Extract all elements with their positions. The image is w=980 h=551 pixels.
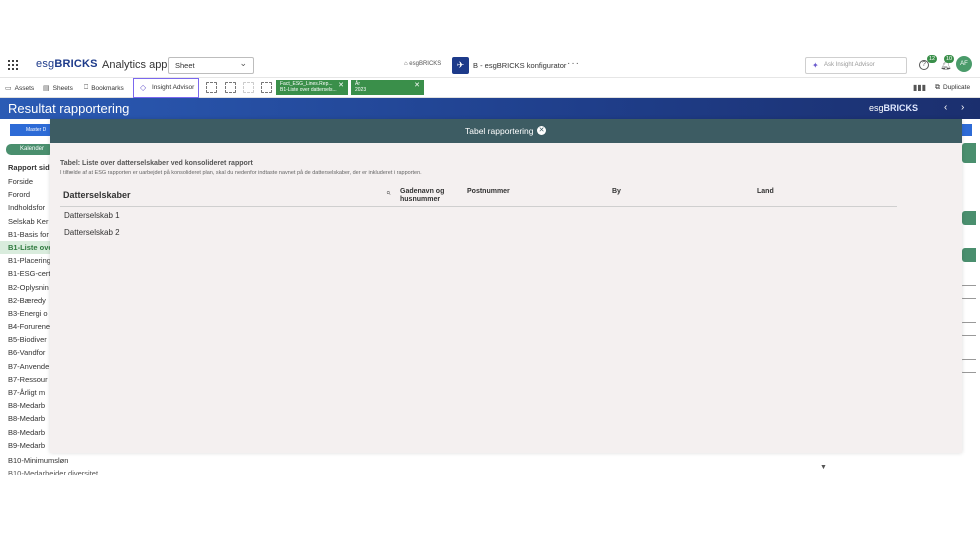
list-item[interactable]: B7-Ressour — [0, 373, 50, 386]
right-panel-input[interactable] — [960, 322, 976, 336]
sheets-icon: ▤ — [43, 85, 50, 92]
ask-insight-advisor-input[interactable]: ✦ Ask Insight Advisor — [805, 57, 907, 74]
right-panel-green[interactable] — [962, 143, 976, 163]
smart-search-icon[interactable] — [206, 82, 217, 93]
modal-title: Tabel rapportering — [465, 126, 534, 136]
column-datterselskaber[interactable]: Datterselskaber — [63, 191, 131, 200]
sheet-select[interactable]: Sheet — [168, 57, 254, 74]
list-item[interactable]: B7-Årligt m — [0, 386, 50, 399]
app-grid-icon[interactable] — [8, 60, 18, 70]
app-title: Analytics app — [102, 59, 168, 71]
column-postal[interactable]: Postnummer — [467, 188, 510, 196]
list-item[interactable]: B1-Liste ove — [0, 240, 50, 255]
list-item[interactable]: B1-Basis for — [0, 228, 50, 241]
report-page-list: Forside Forord Indholdsfor Selskab Ker B1-Ba… — [0, 175, 50, 452]
list-item[interactable]: B2-Oplysnin — [0, 281, 50, 294]
list-item[interactable]: Forord — [0, 188, 50, 201]
sparkle-icon: ✦ — [812, 61, 819, 70]
list-item[interactable]: Forside — [0, 175, 50, 188]
close-icon[interactable]: ✕ — [414, 82, 420, 88]
bookmark-icon: ⎕ — [84, 84, 89, 91]
right-panel-green[interactable] — [962, 211, 976, 225]
table-modal: Tabel rapportering ✕ Tabel: Liste over d… — [50, 119, 962, 453]
chart-bars-icon[interactable]: ▮▮▮ — [913, 83, 926, 92]
close-icon[interactable]: ✕ — [338, 82, 344, 88]
column-country[interactable]: Land — [757, 188, 774, 196]
chip-value: B1-Liste over dattersels... — [280, 86, 337, 93]
close-icon[interactable]: ✕ — [537, 126, 546, 135]
right-panel-input[interactable] — [960, 359, 976, 373]
table-row[interactable]: Datterselskab 2 — [64, 228, 120, 237]
clear-selections-icon[interactable] — [261, 82, 272, 93]
current-app-name[interactable]: B - esgBRICKS konfigurator — [473, 61, 566, 70]
assets-button[interactable]: ▭ Assets — [5, 84, 34, 93]
table-row[interactable]: Datterselskab 1 — [64, 211, 120, 220]
list-item[interactable]: B10-Minimumsløn — [8, 456, 68, 465]
screen: { "app": { "logo_prefix": "esg", "logo_b… — [0, 0, 980, 551]
list-item[interactable]: B9-Medarb — [0, 439, 50, 452]
list-item[interactable]: B1-ESG-cert — [0, 267, 50, 280]
list-item[interactable]: Selskab Ker — [0, 215, 50, 228]
list-item[interactable]: B3-Energi o — [0, 307, 50, 320]
sheets-button[interactable]: ▤ Sheets — [43, 84, 73, 93]
selections-tool-icon[interactable] — [225, 82, 236, 93]
list-item[interactable]: B2-Bæredy — [0, 294, 50, 307]
sheet-title-bar: Resultat rapportering esgBRICKS ‹ › — [0, 98, 980, 119]
search-icon[interactable]: ⌕ — [386, 188, 390, 198]
list-item[interactable]: B8-Medarb — [0, 426, 50, 439]
bookmarks-button[interactable]: ⎕ Bookmarks — [84, 84, 124, 92]
esgbricks-logo[interactable]: esgBRICKS — [36, 58, 98, 70]
list-item[interactable]: B7-Anvende — [0, 360, 50, 373]
app-icon: ✈ — [452, 57, 469, 74]
chip-value: 2023 — [355, 86, 367, 93]
step-back-icon[interactable] — [243, 82, 254, 93]
list-item[interactable]: B4-Forurene — [0, 320, 50, 333]
kalender-button[interactable]: Kalender — [6, 144, 54, 155]
list-item[interactable]: B6-Vandfor — [0, 346, 50, 359]
copy-icon: ⧉ — [935, 84, 940, 91]
list-item[interactable]: Indholdsfor — [0, 201, 50, 214]
assets-icon: ▭ — [5, 85, 12, 92]
table-header: Datterselskaber ⌕ Gadenavn og husnummer … — [60, 185, 897, 207]
avatar[interactable]: AF — [956, 56, 972, 72]
master-button[interactable]: Master D — [10, 124, 50, 136]
list-item[interactable]: B5-Biodiver — [0, 333, 50, 346]
space-label[interactable]: ⌂ esgBRICKS — [404, 61, 441, 67]
right-panel-input[interactable] — [960, 285, 976, 299]
table-subtitle: Tabel: Liste over datterselskaber ved ko… — [60, 160, 253, 167]
previous-sheet-icon[interactable]: ‹ — [944, 102, 947, 113]
help-badge: 12 — [927, 55, 938, 63]
insight-icon: ◇ — [140, 83, 147, 92]
list-item[interactable]: B8-Medarb — [0, 399, 50, 412]
column-city[interactable]: By — [612, 188, 621, 196]
selection-chip[interactable]: Fact_ESG_Lines.Rep... B1-Liste over datt… — [276, 80, 348, 95]
page-title: Resultat rapportering — [8, 101, 130, 116]
list-header: Rapport sid — [8, 163, 50, 172]
list-item[interactable]: B8-Medarb — [0, 412, 50, 425]
list-item[interactable]: B10-Medarbejder diversitet — [8, 469, 98, 475]
modal-header: Tabel rapportering ✕ — [50, 119, 962, 143]
table-description: I tilfælde af at ESG rapporten er uarbej… — [60, 170, 422, 176]
column-address[interactable]: Gadenavn og husnummer — [400, 188, 444, 204]
scroll-down-icon[interactable]: ▼ — [820, 464, 827, 471]
next-sheet-icon[interactable]: › — [961, 102, 964, 113]
duplicate-button[interactable]: ⧉ Duplicate — [935, 84, 970, 92]
insight-advisor-button[interactable]: ◇ Insight Advisor — [133, 78, 199, 98]
right-panel-green[interactable] — [962, 248, 976, 262]
list-item[interactable]: B1-Placering — [0, 254, 50, 267]
brand-logo: esgBRICKS — [869, 103, 919, 113]
notification-badge: 10 — [944, 55, 955, 63]
more-options-icon[interactable]: ··· — [567, 58, 580, 69]
selection-chip[interactable]: År 2023 ✕ — [351, 80, 424, 95]
